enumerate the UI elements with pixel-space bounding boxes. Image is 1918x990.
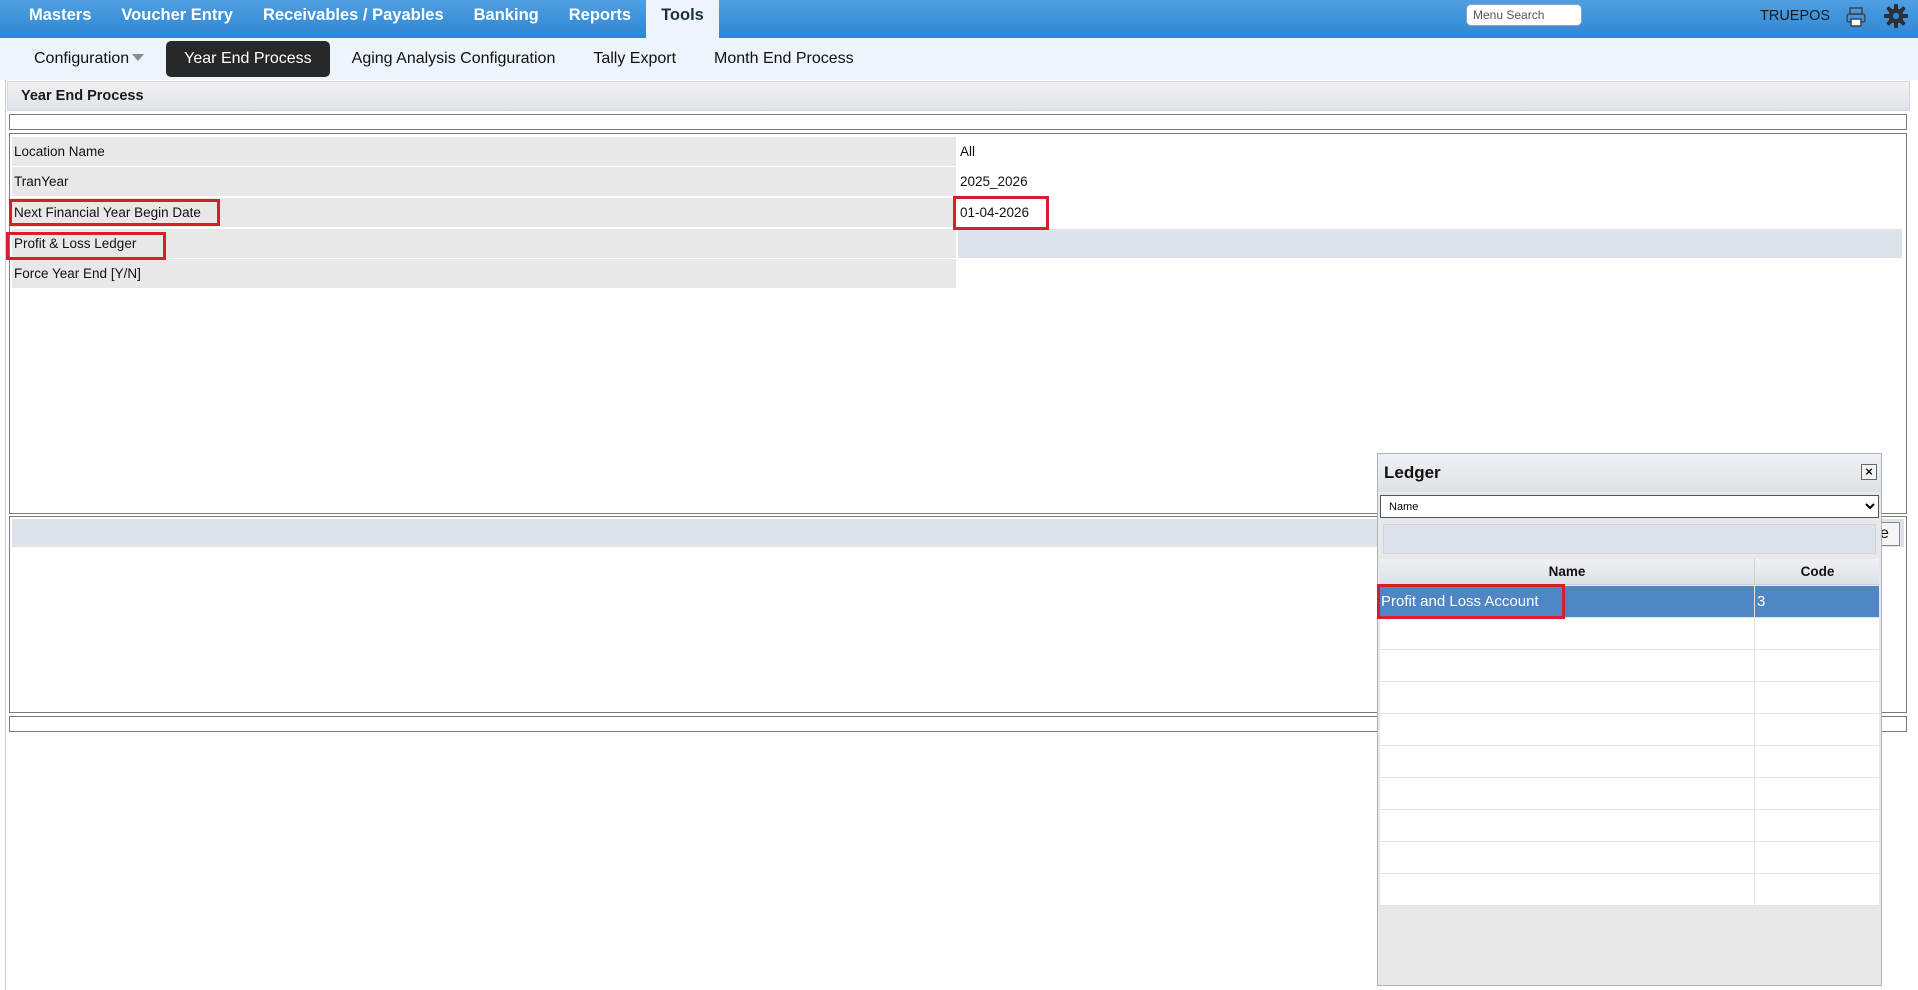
force-year-end-field[interactable] <box>958 259 1902 288</box>
form-row-pl-ledger: Profit & Loss Ledger <box>12 229 1902 259</box>
subnav-configuration-label: Configuration <box>34 50 130 67</box>
table-row[interactable]: Profit and Loss Account 3 <box>1380 586 1879 618</box>
field-label: Profit & Loss Ledger <box>12 229 956 258</box>
nav-receivables-payables[interactable]: Receivables / Payables <box>248 0 459 38</box>
ledger-code-cell <box>1756 874 1879 906</box>
location-name-value[interactable]: All <box>958 137 1902 166</box>
column-header-name[interactable]: Name <box>1380 559 1755 585</box>
subnav-year-end-process[interactable]: Year End Process <box>166 41 330 77</box>
field-label: Next Financial Year Begin Date <box>12 198 956 227</box>
sub-nav-bar: Configuration Year End Process Aging Ana… <box>0 38 1918 80</box>
pl-ledger-field[interactable] <box>958 229 1902 258</box>
ledger-code-cell <box>1756 714 1879 746</box>
top-nav-bar: Masters Voucher Entry Receivables / Paya… <box>0 0 1918 38</box>
ledger-name-cell <box>1380 810 1755 842</box>
ledger-grid-header: Name Code <box>1380 559 1879 585</box>
subnav-configuration[interactable]: Configuration <box>18 41 160 77</box>
search-by-select[interactable]: Name <box>1380 495 1879 518</box>
table-row[interactable] <box>1380 778 1879 810</box>
ledger-name-cell <box>1380 650 1755 682</box>
ledger-popup-header: Ledger × <box>1378 454 1881 492</box>
ledger-name-cell: Profit and Loss Account <box>1380 586 1755 618</box>
page-title: Year End Process <box>21 88 144 104</box>
table-row[interactable] <box>1380 682 1879 714</box>
form-row-tranyear: TranYear 2025_2026 <box>12 167 1902 197</box>
printer-icon[interactable] <box>1845 6 1867 28</box>
ledger-name-cell <box>1380 874 1755 906</box>
form-row-force-year-end: Force Year End [Y/N] <box>12 259 1902 289</box>
ledger-code-cell: 3 <box>1757 593 1766 610</box>
subnav-aging-analysis-configuration[interactable]: Aging Analysis Configuration <box>336 41 572 77</box>
table-row[interactable] <box>1380 650 1879 682</box>
ledger-code-cell <box>1756 618 1879 650</box>
column-header-code[interactable]: Code <box>1756 559 1879 585</box>
table-row[interactable] <box>1380 874 1879 906</box>
ledger-name-cell <box>1380 618 1755 650</box>
nav-voucher-entry[interactable]: Voucher Entry <box>106 0 248 38</box>
table-row[interactable] <box>1380 618 1879 650</box>
field-label: Force Year End [Y/N] <box>12 259 956 288</box>
subnav-month-end-process[interactable]: Month End Process <box>698 41 870 77</box>
nav-masters[interactable]: Masters <box>14 0 106 38</box>
ledger-code-cell <box>1756 746 1879 778</box>
chevron-down-icon <box>132 54 145 61</box>
panel-toolbar-strip <box>9 114 1907 130</box>
ledger-name-cell <box>1380 842 1755 874</box>
ledger-popup-title: Ledger <box>1384 463 1441 482</box>
field-label: Location Name <box>12 137 956 166</box>
ledger-name-cell <box>1380 682 1755 714</box>
menu-search-input[interactable] <box>1466 4 1582 26</box>
table-row[interactable] <box>1380 746 1879 778</box>
ledger-code-cell <box>1756 842 1879 874</box>
table-row[interactable] <box>1380 842 1879 874</box>
nav-tools[interactable]: Tools <box>646 0 719 38</box>
next-fy-begin-date-field[interactable]: 01-04-2026 <box>958 198 1902 227</box>
form-row-location: Location Name All <box>12 137 1902 167</box>
sub-nav: Configuration Year End Process Aging Ana… <box>18 38 876 80</box>
ledger-name-cell <box>1380 746 1755 778</box>
ledger-name-cell <box>1380 714 1755 746</box>
tranyear-value[interactable]: 2025_2026 <box>958 167 1902 196</box>
nav-reports[interactable]: Reports <box>554 0 646 38</box>
top-nav: Masters Voucher Entry Receivables / Paya… <box>14 0 719 38</box>
ledger-popup: Ledger × Name Name Code Profit and Loss … <box>1377 453 1882 986</box>
table-row[interactable] <box>1380 714 1879 746</box>
ledger-code-cell <box>1756 650 1879 682</box>
ledger-code-cell <box>1756 778 1879 810</box>
form-row-next-fy-date: Next Financial Year Begin Date 01-04-202… <box>12 198 1902 228</box>
field-label: TranYear <box>12 167 956 196</box>
ledger-code-cell <box>1756 682 1879 714</box>
close-icon[interactable]: × <box>1861 464 1877 480</box>
ledger-code-cell <box>1756 810 1879 842</box>
ledger-name-cell <box>1380 778 1755 810</box>
username-label: TRUEPOS <box>1760 8 1831 24</box>
subnav-tally-export[interactable]: Tally Export <box>577 41 692 77</box>
ledger-search-input[interactable] <box>1383 524 1876 554</box>
panel-header: Year End Process <box>7 81 1910 111</box>
table-row[interactable] <box>1380 810 1879 842</box>
nav-banking[interactable]: Banking <box>459 0 554 38</box>
gear-icon[interactable] <box>1883 3 1909 29</box>
